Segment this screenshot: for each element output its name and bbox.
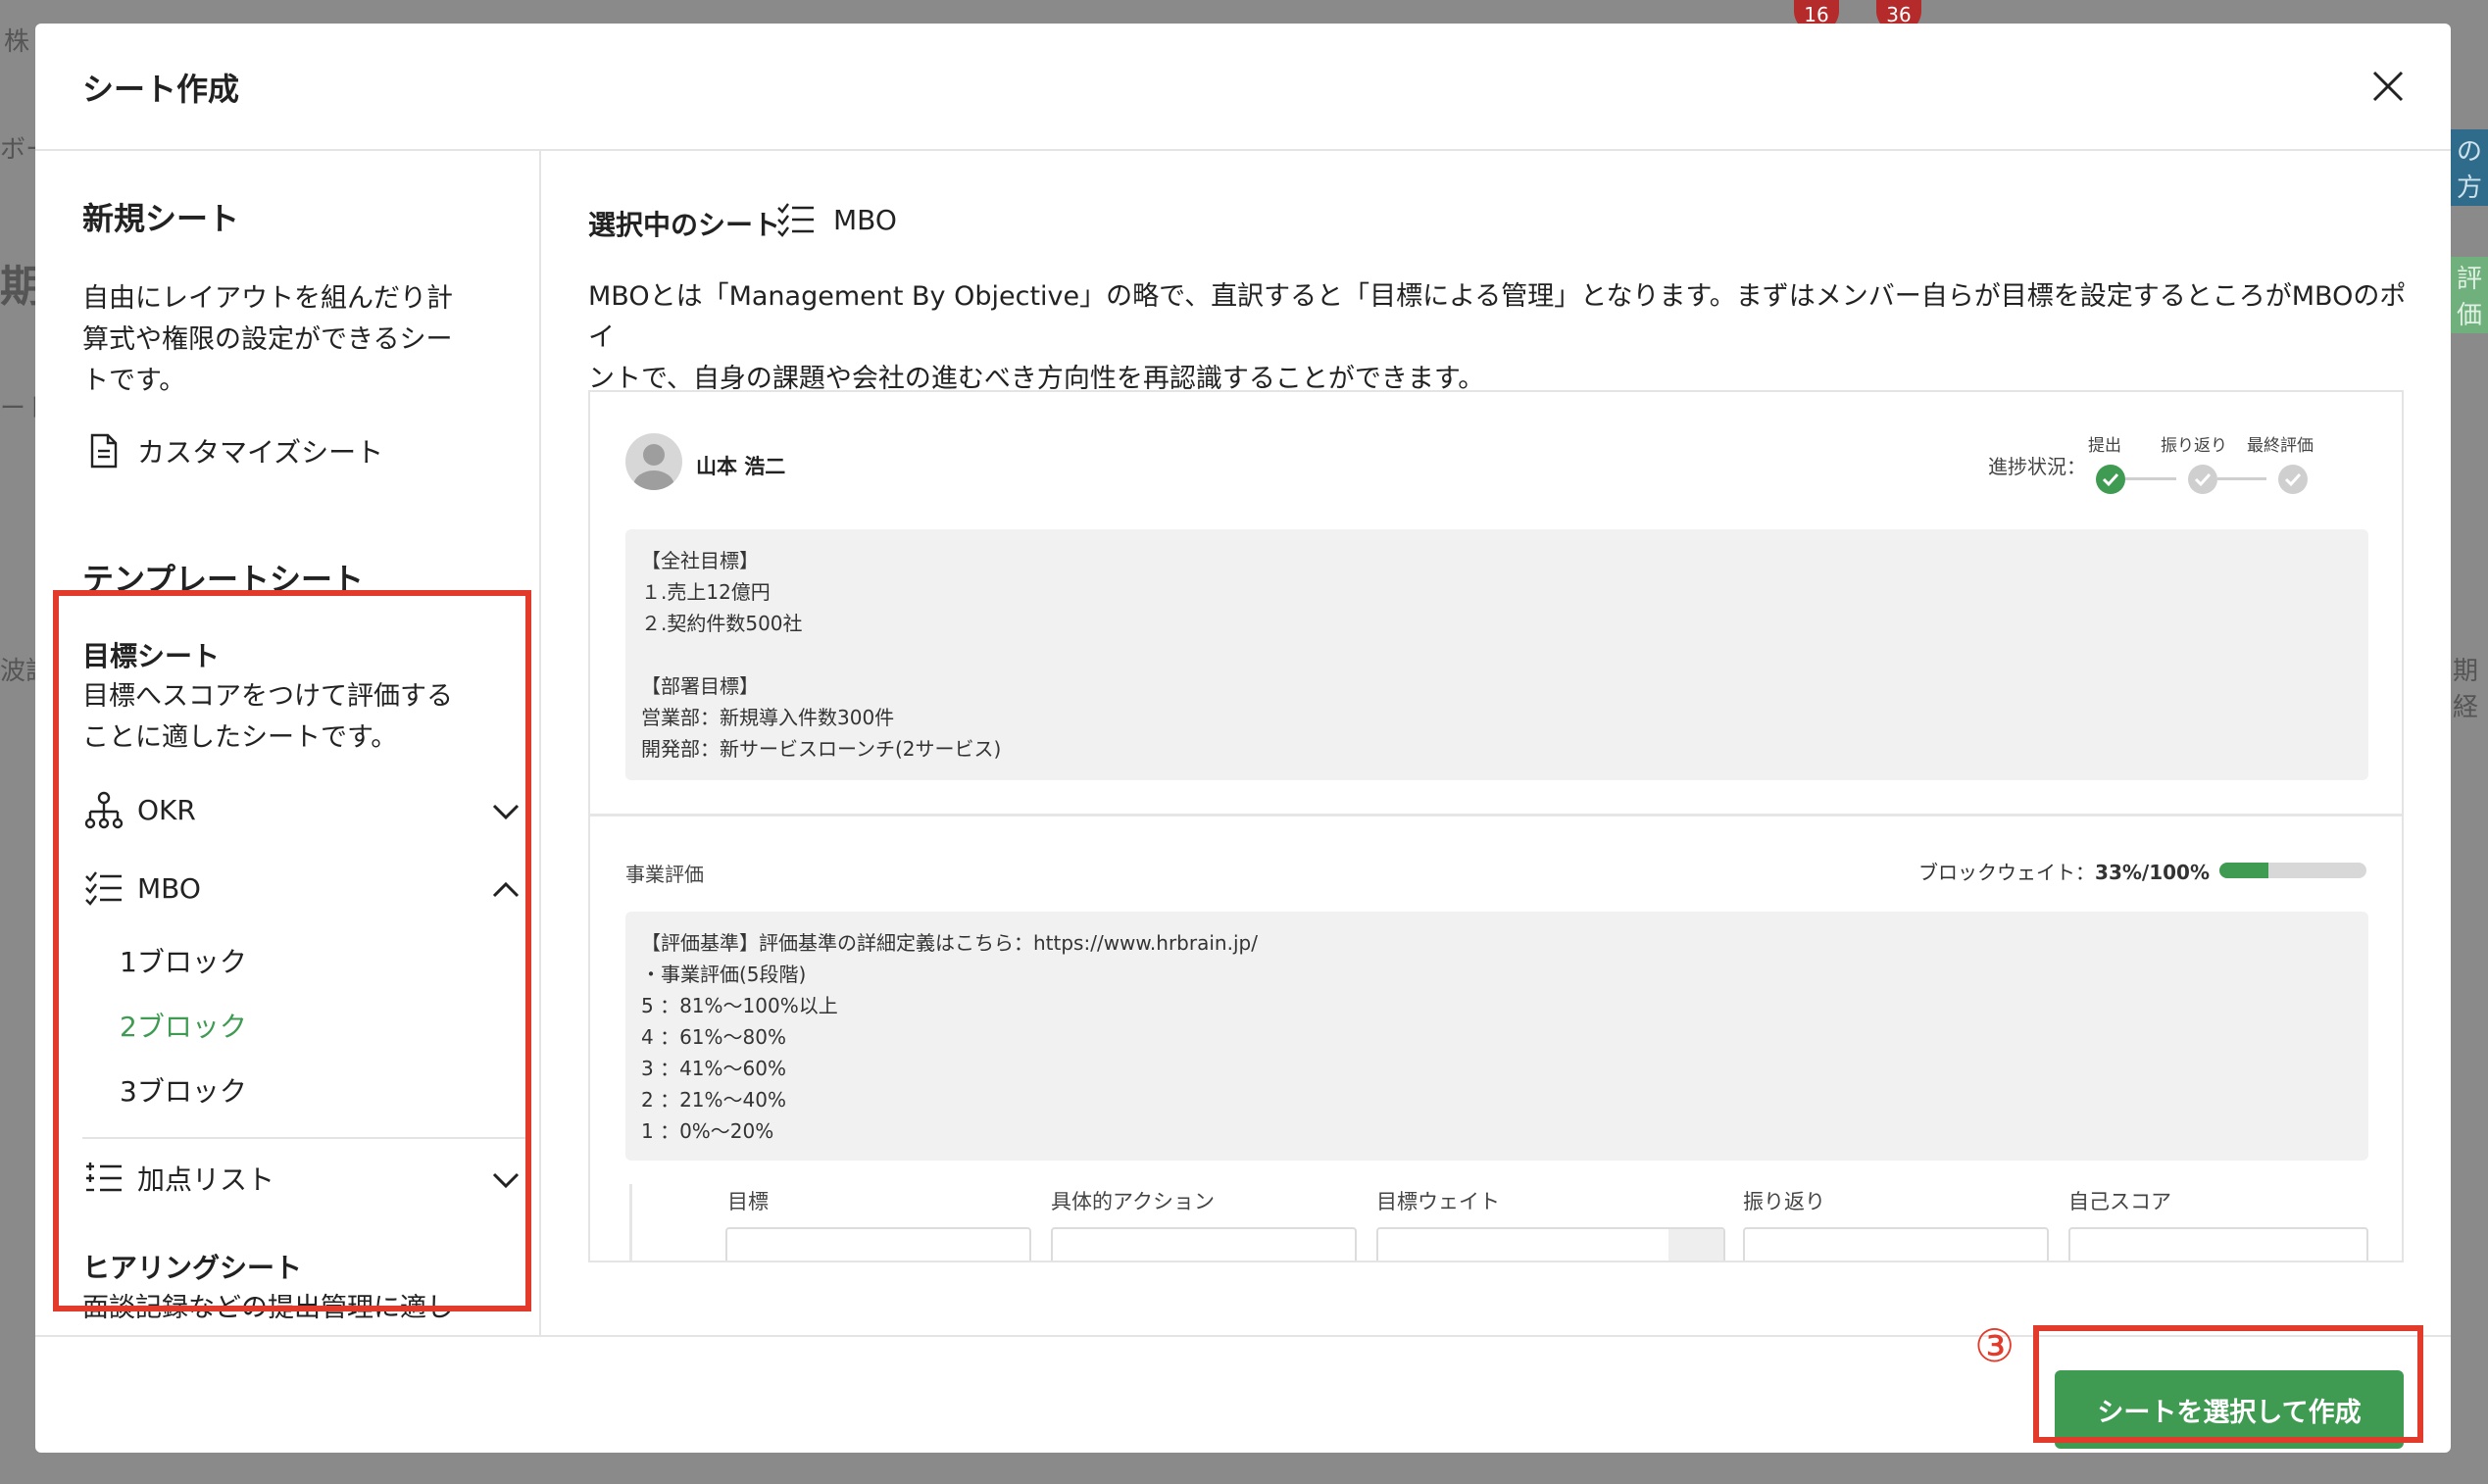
desc-line: MBOとは「Management By Objective」の略で、直訳すると「…: [588, 281, 2407, 353]
document-icon: [82, 429, 125, 472]
desc-line: 算式や権限の設定ができるシー: [82, 324, 453, 355]
modal-header: シート作成: [35, 24, 2451, 151]
backdrop-right-tab: 評価: [2451, 257, 2488, 333]
sheet-preview-panel: 選択中のシート MBO MBOとは「Management By Objectiv…: [541, 151, 2451, 1335]
step-pending-icon: [2278, 465, 2308, 494]
column-header-self-score: 自己スコア: [2068, 1190, 2171, 1213]
step-label: 最終評価: [2247, 436, 2314, 456]
step-label: 提出: [2088, 436, 2121, 456]
custom-sheet-label: カスタマイズシート: [137, 436, 384, 469]
backdrop-right-col: 期経: [2453, 657, 2479, 722]
goal-line: １.売上12億円: [641, 580, 771, 604]
desc-line: 自由にレイアウトを組んだり計: [82, 283, 453, 314]
selected-sheet: MBO: [776, 200, 897, 239]
column-header-reflection: 振り返り: [1743, 1190, 1825, 1213]
action-field[interactable]: [1051, 1227, 1357, 1261]
user-name: 山本 浩二: [696, 455, 786, 478]
evaluation-criteria-box: 【評価基準】評価基準の詳細定義はこちら：https://www.hrbrain.…: [625, 912, 2368, 1161]
company-goals-box: 【全社目標】 １.売上12億円 ２.契約件数500社 【部署目標】 営業部：新規…: [625, 529, 2368, 780]
column-header-goal: 目標: [727, 1190, 769, 1213]
column-header-weight: 目標ウェイト: [1376, 1190, 1500, 1213]
selected-sheet-name: MBO: [833, 203, 897, 236]
goal-line: 開発部：新サービスローンチ(2サービス): [641, 737, 1002, 761]
step-complete-icon: [2096, 465, 2125, 494]
goal-line: 営業部：新規導入件数300件: [641, 706, 895, 729]
backdrop-company-text: 株: [4, 27, 30, 57]
new-sheet-heading: 新規シート: [82, 200, 240, 237]
sheet-description: MBOとは「Management By Objective」の略で、直訳すると「…: [588, 276, 2412, 400]
selected-sheet-label: 選択中のシート: [588, 209, 781, 241]
criteria-line: 2 ：21%〜40%: [641, 1088, 786, 1112]
template-list-highlight: [53, 590, 531, 1311]
desc-line: トです。: [82, 366, 186, 396]
column-header-action: 具体的アクション: [1051, 1190, 1215, 1213]
step-label: 振り返り: [2161, 436, 2227, 456]
close-icon[interactable]: [2364, 63, 2412, 110]
criteria-line: 【評価基準】評価基準の詳細定義はこちら：https://www.hrbrain.…: [641, 931, 1258, 955]
block-weight: ブロックウェイト：33%/100%: [1918, 857, 2210, 885]
goal-line: 【部署目標】: [641, 674, 759, 698]
weight-field[interactable]: [1376, 1227, 1725, 1261]
reflection-field[interactable]: [1743, 1227, 2049, 1261]
goal-field[interactable]: [725, 1227, 1031, 1261]
table-left-rule: [629, 1184, 632, 1261]
new-sheet-description: 自由にレイアウトを組んだり計 算式や権限の設定ができるシー トです。: [82, 278, 453, 402]
modal-title: シート作成: [82, 71, 240, 108]
step-connector: [2125, 477, 2176, 480]
section-title: 事業評価: [625, 863, 704, 886]
create-button-highlight: [2033, 1325, 2423, 1443]
block-weight-value: 33%/100%: [2095, 861, 2210, 884]
step-connector: [2217, 477, 2266, 480]
block-weight-bar: [2219, 863, 2366, 878]
custom-sheet-option[interactable]: カスタマイズシート: [82, 423, 523, 478]
criteria-line: 4 ：61%〜80%: [641, 1025, 786, 1049]
criteria-line: 5 ：81%〜100%以上: [641, 994, 838, 1017]
goal-line: [641, 639, 2353, 670]
backdrop-right-button: の方: [2451, 129, 2488, 206]
avatar: [625, 433, 682, 490]
sheet-preview[interactable]: 山本 浩二 進捗状況： 提出 振り返り 最終評価 【全社目標】 １.売上12億円…: [588, 390, 2404, 1262]
criteria-line: 1 ：0%〜20%: [641, 1119, 774, 1143]
block-weight-label: ブロックウェイト：: [1918, 861, 2096, 884]
goal-line: ２.契約件数500社: [641, 612, 803, 635]
self-score-field[interactable]: [2068, 1227, 2368, 1261]
block-weight-fill: [2219, 863, 2268, 878]
checklist-icon: [777, 203, 814, 237]
criteria-line: ・事業評価(5段階): [641, 963, 807, 986]
weight-unit-addon: [1668, 1229, 1723, 1261]
step-marker: ③: [1974, 1319, 2015, 1372]
goal-line: 【全社目標】: [641, 549, 759, 572]
progress-label: 進捗状況：: [1988, 455, 2086, 478]
criteria-line: 3 ：41%〜60%: [641, 1057, 786, 1080]
step-pending-icon: [2188, 465, 2217, 494]
section-divider: [590, 814, 2402, 816]
